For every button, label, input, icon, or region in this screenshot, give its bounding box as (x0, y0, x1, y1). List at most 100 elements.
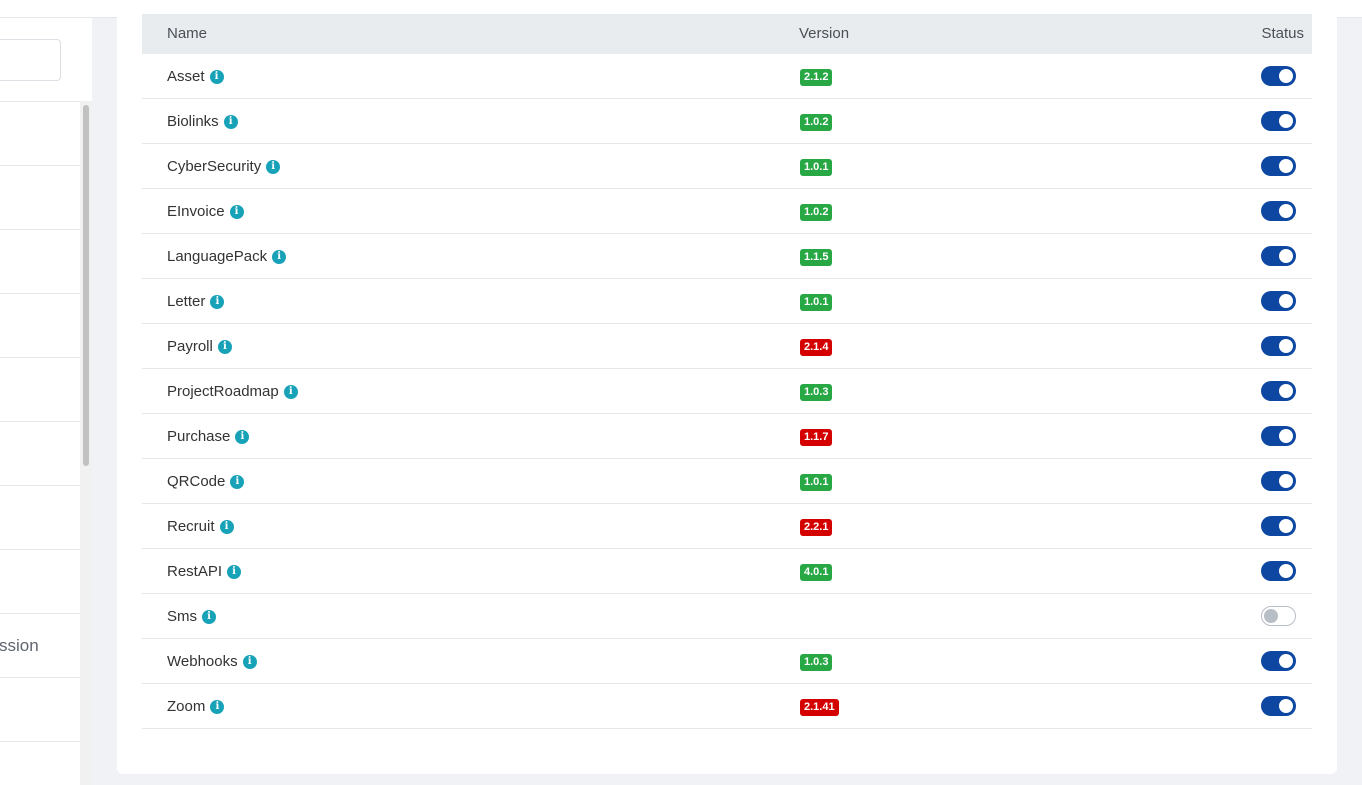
module-name: Purchase (167, 428, 231, 445)
module-name: Letter (167, 293, 206, 310)
sidebar-item[interactable] (0, 421, 80, 485)
module-name: ProjectRoadmap (167, 383, 279, 400)
version-badge: 2.1.2 (800, 69, 833, 86)
status-toggle[interactable] (1261, 246, 1296, 266)
version-badge: 1.1.7 (800, 429, 833, 446)
table-row: RestAPI i 4.0.1 (142, 549, 1312, 594)
sidebar-item[interactable] (0, 165, 80, 229)
version-badge: 1.1.5 (800, 249, 833, 266)
table-row: Sms i (142, 594, 1312, 639)
module-name: CyberSecurity (167, 158, 262, 175)
sidebar-item[interactable] (0, 229, 80, 293)
module-name: Asset (167, 68, 205, 85)
module-name-cell: ProjectRoadmap i (167, 383, 298, 400)
module-name: Biolinks (167, 113, 219, 130)
module-name-cell: Recruit i (167, 518, 234, 535)
info-icon[interactable]: i (219, 519, 234, 534)
info-icon[interactable]: i (272, 249, 287, 264)
info-icon[interactable]: i (217, 339, 232, 354)
version-badge: 1.0.3 (800, 384, 833, 401)
table-row: CyberSecurity i 1.0.1 (142, 144, 1312, 189)
module-name-cell: Purchase i (167, 428, 250, 445)
info-icon[interactable]: i (229, 204, 244, 219)
status-toggle[interactable] (1261, 291, 1296, 311)
module-name-cell: Sms i (167, 608, 216, 625)
table-row: Recruit i 2.2.1 (142, 504, 1312, 549)
info-icon[interactable]: i (283, 384, 298, 399)
info-icon[interactable]: i (210, 699, 225, 714)
module-name: LanguagePack (167, 248, 268, 265)
version-badge: 2.1.4 (800, 339, 833, 356)
info-icon[interactable]: i (242, 654, 257, 669)
module-name-cell: Letter i (167, 293, 225, 310)
table-row: Payroll i 2.1.4 (142, 324, 1312, 369)
version-badge: 2.1.41 (800, 699, 839, 716)
status-toggle[interactable] (1261, 156, 1296, 176)
sidebar-item[interactable] (0, 101, 80, 165)
version-badge: 1.0.1 (800, 474, 833, 491)
sidebar-search-input[interactable] (0, 39, 61, 81)
info-icon[interactable]: i (227, 564, 242, 579)
status-toggle[interactable] (1261, 426, 1296, 446)
status-toggle[interactable] (1261, 336, 1296, 356)
table-row: Purchase i 1.1.7 (142, 414, 1312, 459)
column-header-version: Version (799, 25, 850, 42)
toggle-knob (1264, 609, 1278, 623)
module-name-cell: EInvoice i (167, 203, 244, 220)
status-toggle[interactable] (1261, 381, 1296, 401)
info-icon[interactable]: i (223, 114, 238, 129)
toggle-knob (1279, 654, 1293, 668)
sidebar-item-permission[interactable]: ssion (0, 613, 80, 677)
toggle-knob (1279, 204, 1293, 218)
sidebar-item-label: ssion (0, 636, 39, 655)
sidebar-item[interactable] (0, 485, 80, 549)
status-toggle[interactable] (1261, 201, 1296, 221)
status-toggle[interactable] (1261, 606, 1296, 626)
module-name-cell: RestAPI i (167, 563, 242, 580)
module-name-cell: Webhooks i (167, 653, 257, 670)
info-icon[interactable]: i (266, 159, 281, 174)
version-badge: 1.0.2 (800, 114, 833, 131)
module-name-cell: Biolinks i (167, 113, 238, 130)
toggle-knob (1279, 519, 1293, 533)
version-badge: 4.0.1 (800, 564, 833, 581)
table-row: QRCode i 1.0.1 (142, 459, 1312, 504)
table-row: Zoom i 2.1.41 (142, 684, 1312, 729)
status-toggle[interactable] (1261, 651, 1296, 671)
version-badge: 1.0.1 (800, 294, 833, 311)
status-toggle[interactable] (1261, 66, 1296, 86)
status-toggle[interactable] (1261, 516, 1296, 536)
info-icon[interactable]: i (235, 429, 250, 444)
module-name: Webhooks (167, 653, 238, 670)
toggle-knob (1279, 474, 1293, 488)
table-row: Webhooks i 1.0.3 (142, 639, 1312, 684)
table-row: LanguagePack i 1.1.5 (142, 234, 1312, 279)
toggle-knob (1279, 159, 1293, 173)
sidebar-list: ssion (0, 101, 80, 785)
sidebar-scrollbar[interactable] (80, 101, 92, 785)
status-toggle[interactable] (1261, 111, 1296, 131)
sidebar-item[interactable] (0, 549, 80, 613)
version-badge: 1.0.2 (800, 204, 833, 221)
module-name: Sms (167, 608, 197, 625)
sidebar-scroll-thumb[interactable] (83, 105, 89, 466)
info-icon[interactable]: i (202, 609, 216, 624)
status-toggle[interactable] (1261, 471, 1296, 491)
column-header-name: Name (167, 25, 208, 42)
sidebar-item[interactable] (0, 357, 80, 421)
info-icon[interactable]: i (230, 474, 245, 489)
sidebar-item[interactable] (0, 293, 80, 357)
table-body: Asset i 2.1.2 Biolinks i 1.0.2 CyberSecurity i 1… (142, 54, 1312, 729)
status-toggle[interactable] (1261, 696, 1296, 716)
sidebar-item[interactable] (0, 741, 80, 785)
toggle-knob (1279, 249, 1293, 263)
info-icon[interactable]: i (209, 69, 224, 84)
version-badge: 1.0.1 (800, 159, 833, 176)
sidebar-item[interactable] (0, 677, 80, 741)
table-row: ProjectRoadmap i 1.0.3 (142, 369, 1312, 414)
status-toggle[interactable] (1261, 561, 1296, 581)
info-icon[interactable]: i (210, 294, 225, 309)
module-name: Recruit (167, 518, 215, 535)
table-row: Letter i 1.0.1 (142, 279, 1312, 324)
toggle-knob (1279, 114, 1293, 128)
